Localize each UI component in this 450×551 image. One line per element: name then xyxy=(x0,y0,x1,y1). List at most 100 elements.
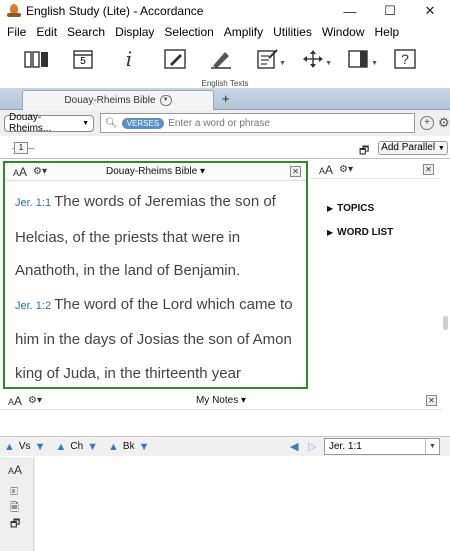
user-tool-button[interactable]: ▼ xyxy=(244,45,290,73)
menu-selection[interactable]: Selection xyxy=(159,25,218,39)
text-size-icon[interactable]: AA xyxy=(13,165,27,179)
minimize-button[interactable]: — xyxy=(330,4,370,19)
tab-dropdown-icon[interactable]: ▼ xyxy=(159,95,172,106)
verse-reference[interactable]: Jer. 1:1 xyxy=(15,197,51,209)
verse-down-icon[interactable]: ▼ xyxy=(35,441,46,453)
slider-row: 1 🗗 Add Parallel ▼ xyxy=(0,140,450,157)
layout-button[interactable]: ▼ xyxy=(336,45,382,73)
bottom-pane: AA 🗉 🗎 🗗 xyxy=(0,457,450,551)
verse-up-icon[interactable]: ▲ xyxy=(4,441,15,453)
close-icon[interactable]: ✕ xyxy=(423,164,434,175)
highlight-button[interactable] xyxy=(198,45,244,73)
info-icon: i xyxy=(125,47,133,71)
add-tab-button[interactable]: + xyxy=(222,91,230,106)
reference-value: Jer. 1:1 xyxy=(329,441,362,452)
library-books-icon xyxy=(24,51,48,68)
scrollbar-thumb[interactable] xyxy=(443,316,448,330)
close-icon[interactable]: ✕ xyxy=(290,166,301,177)
bible-text-pane[interactable]: AA ⚙▾ Douay-Rheims Bible ▾ ✕ Jer. 1:1 The… xyxy=(3,161,308,389)
menu-file[interactable]: File xyxy=(2,25,31,39)
reference-field[interactable]: Jer. 1:1 ▼ xyxy=(324,438,440,455)
search-row: Douay-Rheims... ▼ 🔍︎ VERSES + ⚙ xyxy=(0,110,450,136)
chevron-down-icon: ▼ xyxy=(325,60,332,67)
edit-note-button[interactable] xyxy=(152,45,198,73)
chevron-down-icon: ▼ xyxy=(82,119,89,127)
close-icon[interactable]: ✕ xyxy=(426,395,437,406)
search-mode-pill[interactable]: VERSES xyxy=(121,117,165,129)
help-button[interactable]: ? xyxy=(382,45,428,73)
triangle-right-icon: ▶ xyxy=(327,228,334,237)
info-button[interactable]: i xyxy=(106,45,152,73)
tab-douay-rheims[interactable]: Douay-Rheims Bible ▼ xyxy=(22,90,214,110)
book-down-icon[interactable]: ▼ xyxy=(139,441,150,453)
notes-pane-title-label: My Notes xyxy=(195,395,239,406)
text-selector-value: Douay-Rheims... xyxy=(9,112,52,134)
text-size-icon[interactable]: AA xyxy=(8,394,22,408)
text-selector[interactable]: Douay-Rheims... ▼ xyxy=(4,112,94,134)
menu-search[interactable]: Search xyxy=(62,25,110,39)
menu-amplify[interactable]: Amplify xyxy=(219,25,268,39)
menu-help[interactable]: Help xyxy=(370,25,405,39)
bible-pane-title-label: Douay-Rheims Bible xyxy=(106,166,198,177)
verse-text: The word of the Lord which came to him i… xyxy=(15,295,293,382)
instant-details-pane: AA ⚙▾ ✕ ▶ TOPICS ▶ WORD LIST xyxy=(311,161,439,389)
menu-display[interactable]: Display xyxy=(110,25,159,39)
maximize-button[interactable]: ☐ xyxy=(370,3,410,19)
gear-icon[interactable]: ⚙▾ xyxy=(339,164,353,175)
add-parallel-button[interactable]: Add Parallel ▼ xyxy=(378,141,448,155)
bottom-content xyxy=(35,457,450,551)
note-pencil-icon xyxy=(164,49,186,69)
notes-pane-title[interactable]: My Notes ▾ xyxy=(0,395,442,406)
pane-layout-icon xyxy=(348,50,368,68)
verse-text: The words of Jeremias the son of Helcias… xyxy=(15,193,276,279)
side-tools: AA 🗉 🗎 🗗 xyxy=(0,457,34,551)
next-arrow-icon[interactable]: ▷ xyxy=(308,440,316,453)
gear-icon[interactable]: ⚙▾ xyxy=(33,166,47,177)
search-input[interactable] xyxy=(168,117,389,129)
triangle-right-icon: ▶ xyxy=(327,204,334,213)
windows-icon[interactable]: 🗗 xyxy=(10,515,20,534)
topics-label: TOPICS xyxy=(337,203,375,214)
highlighter-icon xyxy=(211,52,231,69)
slider-knob[interactable]: 1 xyxy=(14,142,28,154)
chapter-up-icon[interactable]: ▲ xyxy=(55,441,66,453)
library-button[interactable] xyxy=(14,45,60,73)
chapter-label: Ch xyxy=(70,441,84,452)
checklist-icon xyxy=(257,49,278,69)
right-pane-header: AA ⚙▾ ✕ xyxy=(311,161,439,179)
notes-body[interactable] xyxy=(0,411,442,435)
verse-reference[interactable]: Jer. 1:2 xyxy=(15,300,51,312)
window-title: English Study (Lite) - Accordance xyxy=(26,4,204,18)
close-button[interactable]: ✕ xyxy=(410,3,450,19)
bible-pane-title[interactable]: Douay-Rheims Bible ▾ xyxy=(5,166,306,177)
gear-icon[interactable]: ⚙▾ xyxy=(28,395,42,406)
topics-expander[interactable]: ▶ TOPICS xyxy=(327,203,439,214)
timeline-button[interactable]: 5 xyxy=(60,45,106,73)
previous-arrow-icon[interactable]: ◀ xyxy=(290,440,298,453)
chevron-down-icon[interactable]: ▼ xyxy=(425,439,439,454)
text-size-icon[interactable]: AA xyxy=(8,463,22,477)
text-size-icon[interactable]: AA xyxy=(319,163,333,177)
verse-label: Vs xyxy=(18,441,31,452)
add-search-icon[interactable]: + xyxy=(420,116,434,130)
menu-edit[interactable]: Edit xyxy=(31,25,62,39)
word-list-expander[interactable]: ▶ WORD LIST xyxy=(327,227,439,238)
navigation-bar: ▲ Vs ▼ ▲ Ch ▼ ▲ Bk ▼ ◀ ▷ Jer. 1:1 ▼ xyxy=(0,436,450,456)
bible-pane-header: AA ⚙▾ Douay-Rheims Bible ▾ ✕ xyxy=(5,163,306,181)
notes-pane-header: AA ⚙▾ My Notes ▾ ✕ xyxy=(0,392,442,410)
navigate-button[interactable]: ▼ xyxy=(290,45,336,73)
book-up-icon[interactable]: ▲ xyxy=(108,441,119,453)
workspace-label: English Texts xyxy=(201,79,249,88)
calendar-day: 5 xyxy=(80,56,86,67)
menu-window[interactable]: Window xyxy=(317,25,370,39)
bible-text: Jer. 1:1 The words of Jeremias the son of… xyxy=(5,181,306,387)
tab-strip: Douay-Rheims Bible ▼ + xyxy=(0,88,450,110)
settings-gear-icon[interactable]: ⚙ xyxy=(438,115,450,131)
move-arrows-icon xyxy=(303,50,323,68)
word-list-label: WORD LIST xyxy=(337,227,394,238)
toolbar: 5 i ▼ ▼ ▼ ? xyxy=(0,42,450,76)
menu-bar: File Edit Search Display Selection Ampli… xyxy=(0,22,450,42)
chapter-down-icon[interactable]: ▼ xyxy=(87,441,98,453)
tab-label: Douay-Rheims Bible xyxy=(64,95,156,106)
menu-utilities[interactable]: Utilities xyxy=(268,25,317,39)
